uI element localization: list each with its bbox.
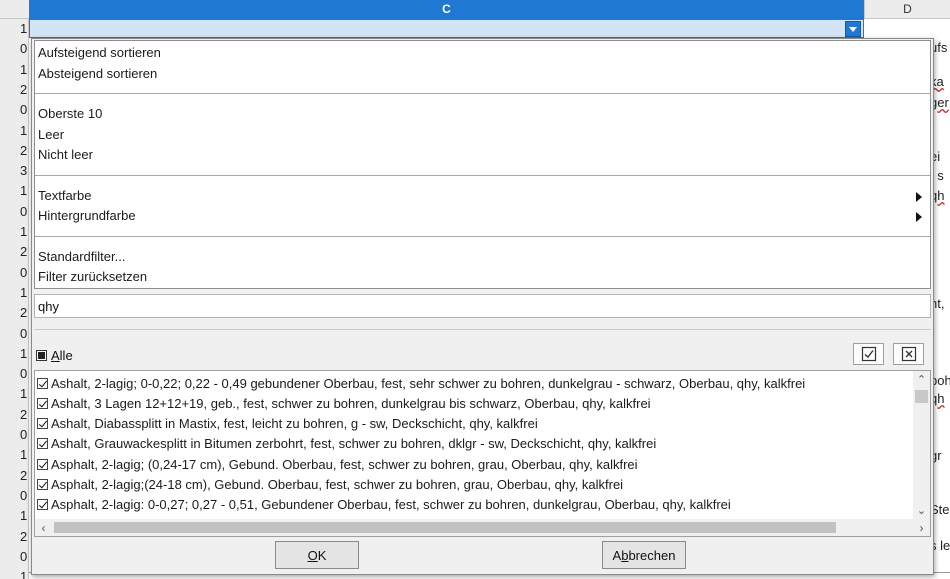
row-header[interactable]: 0 bbox=[0, 486, 29, 507]
list-item-label: Asphalt, 2-lagig; (0,24-17 cm), Gebund. … bbox=[51, 456, 638, 472]
checkbox-cross-icon bbox=[901, 346, 916, 362]
row-header[interactable]: 2 bbox=[0, 303, 29, 324]
menu-top-10[interactable]: Oberste 10 bbox=[38, 104, 926, 124]
row-header[interactable]: 1 bbox=[0, 19, 29, 40]
row-header[interactable]: 1 bbox=[0, 506, 29, 527]
list-item[interactable]: Asphalt, 2-lagig;(24-18 cm), Gebund. Obe… bbox=[37, 475, 623, 495]
list-item-checkbox[interactable] bbox=[37, 438, 48, 450]
row-header[interactable]: 2 bbox=[0, 405, 29, 426]
row-header[interactable]: 0 bbox=[0, 425, 29, 446]
menu-sort-descending[interactable]: Absteigend sortieren bbox=[38, 64, 926, 84]
list-item-label: Ashalt, Diabassplitt in Mastix, fest, le… bbox=[51, 416, 538, 432]
list-item[interactable]: Ashalt, 2-lagig; 0-0,22; 0,22 - 0,49 geb… bbox=[37, 373, 805, 393]
chevron-down-icon bbox=[849, 26, 857, 32]
row-header[interactable]: 0 bbox=[0, 263, 29, 284]
list-item[interactable]: Ashalt, Grauwackesplitt in Bitumen zerbo… bbox=[37, 434, 656, 454]
list-item-label: Asphalt, 2-lagig;(24-18 cm), Gebund. Obe… bbox=[51, 477, 624, 492]
column-header-d[interactable]: D bbox=[864, 0, 950, 19]
select-all-label: Alle bbox=[51, 347, 73, 363]
list-item[interactable]: Asphalt, 2-lagig: 0-0,27; 0,27 - 0,51, G… bbox=[37, 495, 731, 515]
menu-not-empty[interactable]: Nicht leer bbox=[38, 145, 926, 165]
list-item-label: Asphalt, 2-lagig: 0-0,27; 0,27 - 0,51, G… bbox=[51, 497, 731, 513]
menu-separator bbox=[35, 175, 930, 176]
row-header[interactable]: 1 bbox=[0, 384, 29, 405]
row-header[interactable]: 3 bbox=[0, 161, 29, 182]
menu-empty[interactable]: Leer bbox=[38, 125, 926, 145]
horizontal-scroll-thumb[interactable] bbox=[54, 522, 836, 533]
row-header[interactable]: 0 bbox=[0, 547, 29, 568]
list-item-checkbox[interactable] bbox=[37, 458, 48, 470]
row-header[interactable]: 0 bbox=[0, 202, 29, 223]
scroll-left-icon[interactable]: ‹ bbox=[35, 519, 52, 536]
menu-text-color-label: Textfarbe bbox=[38, 188, 92, 203]
row-header[interactable]: 1 bbox=[0, 344, 29, 365]
column-header-c[interactable]: C bbox=[29, 0, 864, 19]
autofilter-dropdown-button[interactable] bbox=[845, 21, 861, 37]
scroll-down-icon[interactable]: ⌄ bbox=[913, 502, 930, 519]
row-header[interactable]: 1 bbox=[0, 283, 29, 304]
menu-separator bbox=[35, 93, 930, 94]
autofilter-popup: Aufsteigend sortieren Absteigend sortier… bbox=[31, 38, 934, 575]
column-header-bar: C D bbox=[0, 0, 950, 19]
row-header[interactable]: 0 bbox=[0, 364, 29, 385]
row-header[interactable]: 0 bbox=[0, 39, 29, 60]
horizontal-scrollbar[interactable]: ‹ › bbox=[35, 519, 930, 536]
ok-button[interactable]: OK bbox=[275, 541, 359, 569]
list-item[interactable]: Asphalt, 2-lagig; (0,24-17 cm), Gebund. … bbox=[37, 454, 638, 474]
row-header[interactable]: 1 bbox=[0, 567, 29, 579]
row-header[interactable]: 2 bbox=[0, 141, 29, 162]
menu-text-color[interactable]: Textfarbe bbox=[38, 186, 926, 206]
submenu-arrow-icon bbox=[916, 212, 922, 222]
cancel-button[interactable]: Ab brechen bbox=[602, 541, 686, 569]
select-all-row[interactable]: Alle bbox=[36, 345, 73, 365]
row-header[interactable]: 2 bbox=[0, 80, 29, 101]
row-header[interactable]: 2 bbox=[0, 242, 29, 263]
deselect-current-button[interactable] bbox=[893, 343, 924, 365]
scroll-right-icon[interactable]: › bbox=[913, 519, 930, 536]
submenu-arrow-icon bbox=[916, 192, 922, 202]
list-item-checkbox[interactable] bbox=[37, 479, 48, 490]
scroll-up-icon[interactable]: ⌃ bbox=[913, 371, 930, 388]
row-header[interactable]: 1 bbox=[0, 121, 29, 142]
vertical-scrollbar[interactable]: ⌃ ⌄ bbox=[913, 371, 930, 519]
select-current-button[interactable] bbox=[853, 343, 884, 365]
filter-values-list: Ashalt, 2-lagig; 0-0,22; 0,22 - 0,49 geb… bbox=[34, 370, 931, 537]
filter-menu: Aufsteigend sortieren Absteigend sortier… bbox=[34, 40, 931, 289]
menu-reset-filter[interactable]: Filter zurücksetzen bbox=[38, 267, 926, 287]
menu-sort-ascending[interactable]: Aufsteigend sortieren bbox=[38, 43, 926, 63]
checkbox-checked-icon bbox=[861, 346, 876, 362]
row-header[interactable]: 0 bbox=[0, 100, 29, 121]
popup-separator bbox=[34, 329, 931, 330]
menu-standard-filter[interactable]: Standardfilter... bbox=[38, 247, 926, 267]
menu-background-color[interactable]: Hintergrundfarbe bbox=[38, 206, 926, 226]
list-item-checkbox[interactable] bbox=[37, 377, 48, 389]
row-header[interactable]: 1 bbox=[0, 222, 29, 243]
select-all-checkbox[interactable] bbox=[36, 349, 47, 361]
list-item-checkbox[interactable] bbox=[37, 418, 48, 430]
row-header[interactable]: 1 bbox=[0, 181, 29, 202]
row-header[interactable]: 2 bbox=[0, 466, 29, 487]
row-header[interactable]: 0 bbox=[0, 324, 29, 345]
row-header[interactable]: 1 bbox=[0, 445, 29, 466]
row-header[interactable]: 2 bbox=[0, 527, 29, 548]
menu-separator bbox=[35, 236, 930, 237]
list-item[interactable]: Ashalt, 3 Lagen 12+12+19, geb., fest, sc… bbox=[37, 393, 651, 413]
list-item[interactable]: Ashalt, Diabassplitt in Mastix, fest, le… bbox=[37, 414, 538, 434]
list-item-label: Ashalt, 2-lagig; 0-0,22; 0,22 - 0,49 geb… bbox=[51, 375, 806, 391]
row-header[interactable]: 1 bbox=[0, 60, 29, 81]
list-item-checkbox[interactable] bbox=[37, 499, 48, 511]
menu-background-color-label: Hintergrundfarbe bbox=[38, 208, 136, 223]
filter-search-input[interactable] bbox=[34, 294, 931, 318]
list-item-checkbox[interactable] bbox=[37, 397, 48, 409]
vertical-scroll-thumb[interactable] bbox=[915, 390, 928, 403]
list-item-label: Ashalt, Grauwackesplitt in Bitumen zerbo… bbox=[51, 436, 657, 452]
active-cell[interactable] bbox=[29, 19, 864, 38]
list-item-label: Ashalt, 3 Lagen 12+12+19, geb., fest, sc… bbox=[51, 395, 651, 411]
